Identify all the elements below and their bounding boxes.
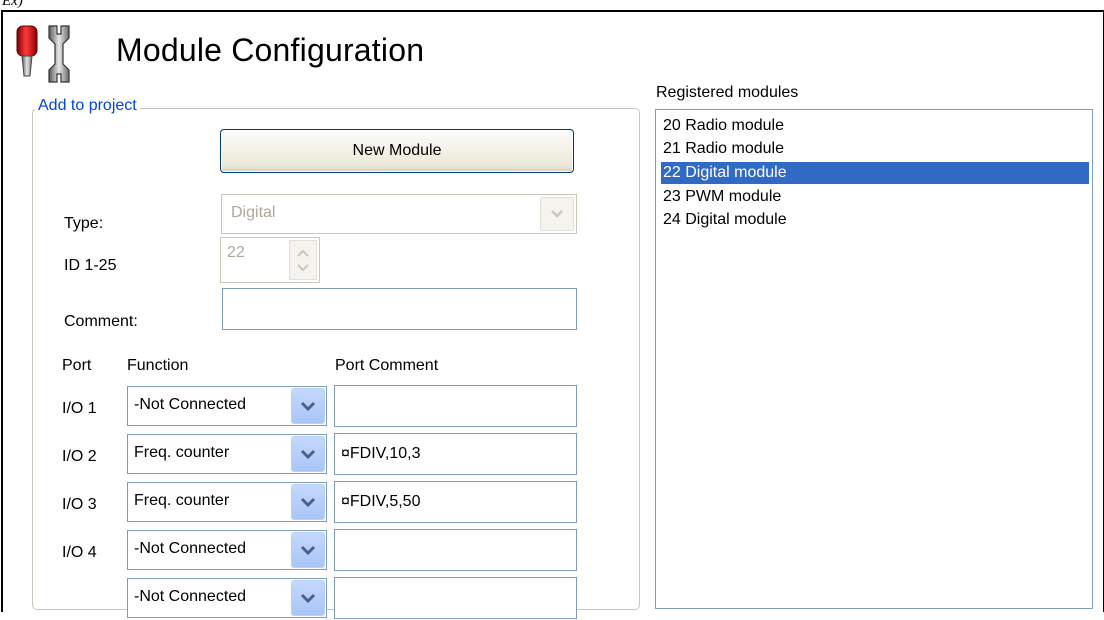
registered-modules-label: Registered modules: [656, 84, 799, 101]
add-to-project-legend: Add to project: [35, 97, 140, 115]
type-value: Digital: [231, 204, 276, 221]
chevron-down-icon[interactable]: [291, 580, 325, 616]
port-column-header: Port: [62, 357, 92, 374]
port-comment-input[interactable]: [334, 433, 577, 475]
document-caption: Ex): [2, 0, 23, 9]
comment-input[interactable]: [222, 288, 577, 330]
function-select[interactable]: -Not Connected: [127, 530, 327, 570]
port-comment-column-header: Port Comment: [335, 357, 439, 374]
function-value: -Not Connected: [134, 540, 247, 557]
port-label: I/O 4: [62, 544, 97, 561]
list-item[interactable]: 21 Radio module: [661, 138, 1089, 160]
chevron-up-icon: [297, 249, 309, 257]
spin-buttons[interactable]: [289, 240, 317, 280]
registered-modules-list[interactable]: 20 Radio module 21 Radio module 22 Digit…: [655, 109, 1093, 609]
chevron-down-icon[interactable]: [291, 484, 325, 520]
page-title: Module Configuration: [116, 32, 425, 68]
port-label: I/O 3: [62, 496, 97, 513]
id-label: ID 1-25: [64, 257, 117, 274]
port-label: I/O 1: [62, 400, 97, 417]
comment-label: Comment:: [64, 313, 138, 330]
list-item[interactable]: 20 Radio module: [661, 115, 1089, 137]
list-item-selected[interactable]: 22 Digital module: [661, 162, 1089, 184]
port-comment-input[interactable]: [334, 385, 577, 427]
type-label: Type:: [64, 215, 104, 232]
function-column-header: Function: [127, 357, 189, 374]
function-select[interactable]: Freq. counter: [127, 434, 327, 474]
port-label: I/O 2: [62, 448, 97, 465]
chevron-down-icon[interactable]: [291, 532, 325, 568]
id-value: 22: [227, 244, 245, 261]
port-comment-input[interactable]: [334, 529, 577, 571]
function-select[interactable]: Freq. counter: [127, 482, 327, 522]
function-select[interactable]: -Not Connected: [127, 578, 327, 618]
function-value: Freq. counter: [134, 444, 230, 461]
tools-icon: [16, 25, 70, 83]
function-value: -Not Connected: [134, 588, 247, 605]
chevron-down-icon[interactable]: [291, 436, 325, 472]
chevron-down-icon[interactable]: [291, 388, 325, 424]
chevron-down-icon[interactable]: [540, 197, 574, 231]
chevron-down-icon: [297, 264, 309, 272]
port-comment-input[interactable]: [334, 481, 577, 523]
port-comment-input[interactable]: [334, 577, 577, 619]
function-value: -Not Connected: [134, 396, 247, 413]
type-select[interactable]: Digital: [221, 194, 577, 234]
function-value: Freq. counter: [134, 492, 230, 509]
list-item[interactable]: 24 Digital module: [661, 209, 1089, 231]
id-stepper[interactable]: 22: [220, 237, 320, 283]
new-module-button[interactable]: New Module: [220, 129, 574, 173]
list-item[interactable]: 23 PWM module: [661, 186, 1089, 208]
function-select[interactable]: -Not Connected: [127, 386, 327, 426]
